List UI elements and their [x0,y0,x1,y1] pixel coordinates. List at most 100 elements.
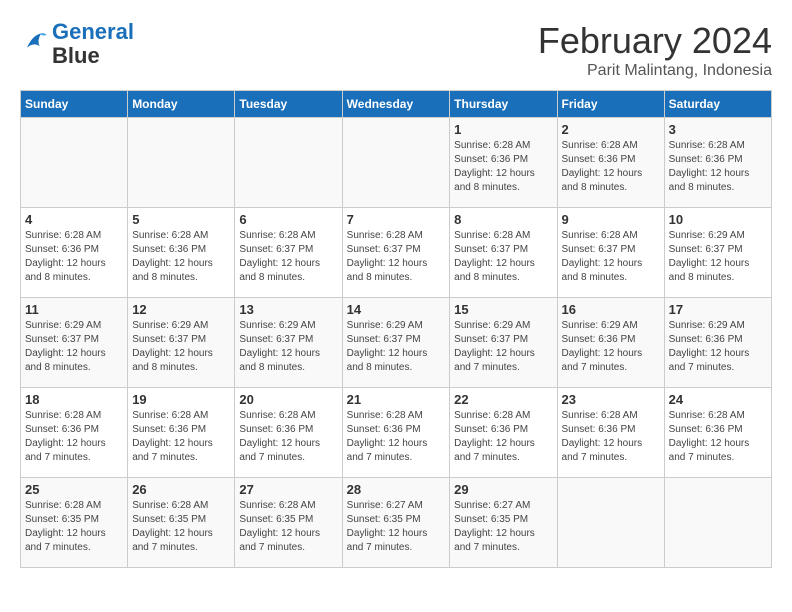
day-info: Sunrise: 6:27 AM Sunset: 6:35 PM Dayligh… [347,499,446,555]
day-number: 22 [454,392,552,407]
day-number: 3 [669,122,767,137]
day-info: Sunrise: 6:27 AM Sunset: 6:35 PM Dayligh… [454,499,552,555]
day-info: Sunrise: 6:28 AM Sunset: 6:37 PM Dayligh… [454,229,552,285]
day-number: 19 [132,392,230,407]
day-number: 12 [132,302,230,317]
day-info: Sunrise: 6:28 AM Sunset: 6:37 PM Dayligh… [347,229,446,285]
day-info: Sunrise: 6:28 AM Sunset: 6:35 PM Dayligh… [239,499,337,555]
day-number: 23 [562,392,660,407]
weekday-header-thursday: Thursday [450,91,557,118]
calendar-week-row: 11 Sunrise: 6:29 AM Sunset: 6:37 PM Dayli… [21,298,772,388]
page-subtitle: Parit Malintang, Indonesia [538,62,772,80]
calendar-cell [21,118,128,208]
logo: General Blue [20,20,134,68]
day-info: Sunrise: 6:28 AM Sunset: 6:36 PM Dayligh… [25,409,123,465]
day-info: Sunrise: 6:29 AM Sunset: 6:37 PM Dayligh… [454,319,552,375]
day-number: 16 [562,302,660,317]
calendar-cell [664,478,771,568]
day-info: Sunrise: 6:28 AM Sunset: 6:36 PM Dayligh… [669,409,767,465]
day-info: Sunrise: 6:28 AM Sunset: 6:35 PM Dayligh… [132,499,230,555]
day-info: Sunrise: 6:28 AM Sunset: 6:36 PM Dayligh… [562,409,660,465]
calendar-cell [235,118,342,208]
calendar-week-row: 25Sunrise: 6:28 AM Sunset: 6:35 PM Dayli… [21,478,772,568]
day-info: Sunrise: 6:29 AM Sunset: 6:36 PM Dayligh… [562,319,660,375]
day-number: 26 [132,482,230,497]
weekday-header-row: SundayMondayTuesdayWednesdayThursdayFrid… [21,91,772,118]
day-info: Sunrise: 6:28 AM Sunset: 6:36 PM Dayligh… [132,229,230,285]
day-info: Sunrise: 6:28 AM Sunset: 6:36 PM Dayligh… [562,139,660,195]
day-info: Sunrise: 6:29 AM Sunset: 6:37 PM Dayligh… [239,319,337,375]
day-number: 21 [347,392,446,407]
day-number: 27 [239,482,337,497]
calendar-cell: 21Sunrise: 6:28 AM Sunset: 6:36 PM Dayli… [342,388,450,478]
day-info: Sunrise: 6:28 AM Sunset: 6:36 PM Dayligh… [454,409,552,465]
calendar-cell: 17 Sunrise: 6:29 AM Sunset: 6:36 PM Dayli… [664,298,771,388]
day-number: 18 [25,392,123,407]
day-number: 28 [347,482,446,497]
day-number: 20 [239,392,337,407]
logo-bird-icon [20,28,48,56]
day-info: Sunrise: 6:28 AM Sunset: 6:36 PM Dayligh… [25,229,123,285]
calendar-cell: 25Sunrise: 6:28 AM Sunset: 6:35 PM Dayli… [21,478,128,568]
day-info: Sunrise: 6:28 AM Sunset: 6:36 PM Dayligh… [239,409,337,465]
weekday-header-wednesday: Wednesday [342,91,450,118]
calendar-cell: 26 Sunrise: 6:28 AM Sunset: 6:35 PM Dayli… [128,478,235,568]
day-info: Sunrise: 6:29 AM Sunset: 6:37 PM Dayligh… [132,319,230,375]
calendar-week-row: 1 Sunrise: 6:28 AM Sunset: 6:36 PM Daylig… [21,118,772,208]
calendar-cell [557,478,664,568]
calendar-week-row: 18 Sunrise: 6:28 AM Sunset: 6:36 PM Dayli… [21,388,772,478]
calendar-cell: 1 Sunrise: 6:28 AM Sunset: 6:36 PM Daylig… [450,118,557,208]
calendar-cell [342,118,450,208]
calendar-cell: 5 Sunrise: 6:28 AM Sunset: 6:36 PM Daylig… [128,208,235,298]
calendar-cell: 29 Sunrise: 6:27 AM Sunset: 6:35 PM Dayli… [450,478,557,568]
calendar-cell: 16 Sunrise: 6:29 AM Sunset: 6:36 PM Dayli… [557,298,664,388]
page-header: General Blue February 2024 Parit Malinta… [20,20,772,80]
day-info: Sunrise: 6:29 AM Sunset: 6:36 PM Dayligh… [669,319,767,375]
day-number: 7 [347,212,446,227]
calendar-cell: 19Sunrise: 6:28 AM Sunset: 6:36 PM Dayli… [128,388,235,478]
day-number: 6 [239,212,337,227]
day-number: 14 [347,302,446,317]
calendar-cell: 3 Sunrise: 6:28 AM Sunset: 6:36 PM Daylig… [664,118,771,208]
day-number: 9 [562,212,660,227]
day-number: 11 [25,302,123,317]
day-number: 10 [669,212,767,227]
day-number: 15 [454,302,552,317]
day-info: Sunrise: 6:29 AM Sunset: 6:37 PM Dayligh… [669,229,767,285]
calendar-cell: 11 Sunrise: 6:29 AM Sunset: 6:37 PM Dayli… [21,298,128,388]
day-info: Sunrise: 6:28 AM Sunset: 6:36 PM Dayligh… [669,139,767,195]
calendar-cell: 9Sunrise: 6:28 AM Sunset: 6:37 PM Daylig… [557,208,664,298]
day-number: 13 [239,302,337,317]
day-number: 5 [132,212,230,227]
calendar-cell: 2 Sunrise: 6:28 AM Sunset: 6:36 PM Daylig… [557,118,664,208]
calendar-cell: 10 Sunrise: 6:29 AM Sunset: 6:37 PM Dayli… [664,208,771,298]
day-info: Sunrise: 6:28 AM Sunset: 6:37 PM Dayligh… [239,229,337,285]
day-info: Sunrise: 6:28 AM Sunset: 6:36 PM Dayligh… [454,139,552,195]
weekday-header-saturday: Saturday [664,91,771,118]
weekday-header-tuesday: Tuesday [235,91,342,118]
calendar-cell: 14 Sunrise: 6:29 AM Sunset: 6:37 PM Dayli… [342,298,450,388]
day-number: 17 [669,302,767,317]
calendar-cell: 12 Sunrise: 6:29 AM Sunset: 6:37 PM Dayli… [128,298,235,388]
logo-text: General Blue [52,20,134,68]
calendar-cell [128,118,235,208]
calendar-week-row: 4 Sunrise: 6:28 AM Sunset: 6:36 PM Daylig… [21,208,772,298]
calendar-cell: 15 Sunrise: 6:29 AM Sunset: 6:37 PM Dayli… [450,298,557,388]
calendar-cell: 24Sunrise: 6:28 AM Sunset: 6:36 PM Dayli… [664,388,771,478]
day-number: 29 [454,482,552,497]
calendar-cell: 27 Sunrise: 6:28 AM Sunset: 6:35 PM Dayli… [235,478,342,568]
page-title: February 2024 [538,20,772,62]
day-info: Sunrise: 6:29 AM Sunset: 6:37 PM Dayligh… [25,319,123,375]
day-number: 8 [454,212,552,227]
calendar-cell: 6 Sunrise: 6:28 AM Sunset: 6:37 PM Daylig… [235,208,342,298]
weekday-header-sunday: Sunday [21,91,128,118]
day-number: 2 [562,122,660,137]
calendar-cell: 22 Sunrise: 6:28 AM Sunset: 6:36 PM Dayli… [450,388,557,478]
calendar-cell: 18 Sunrise: 6:28 AM Sunset: 6:36 PM Dayli… [21,388,128,478]
day-info: Sunrise: 6:29 AM Sunset: 6:37 PM Dayligh… [347,319,446,375]
day-number: 1 [454,122,552,137]
calendar-cell: 23 Sunrise: 6:28 AM Sunset: 6:36 PM Dayli… [557,388,664,478]
day-number: 4 [25,212,123,227]
weekday-header-monday: Monday [128,91,235,118]
calendar-cell: 7 Sunrise: 6:28 AM Sunset: 6:37 PM Daylig… [342,208,450,298]
